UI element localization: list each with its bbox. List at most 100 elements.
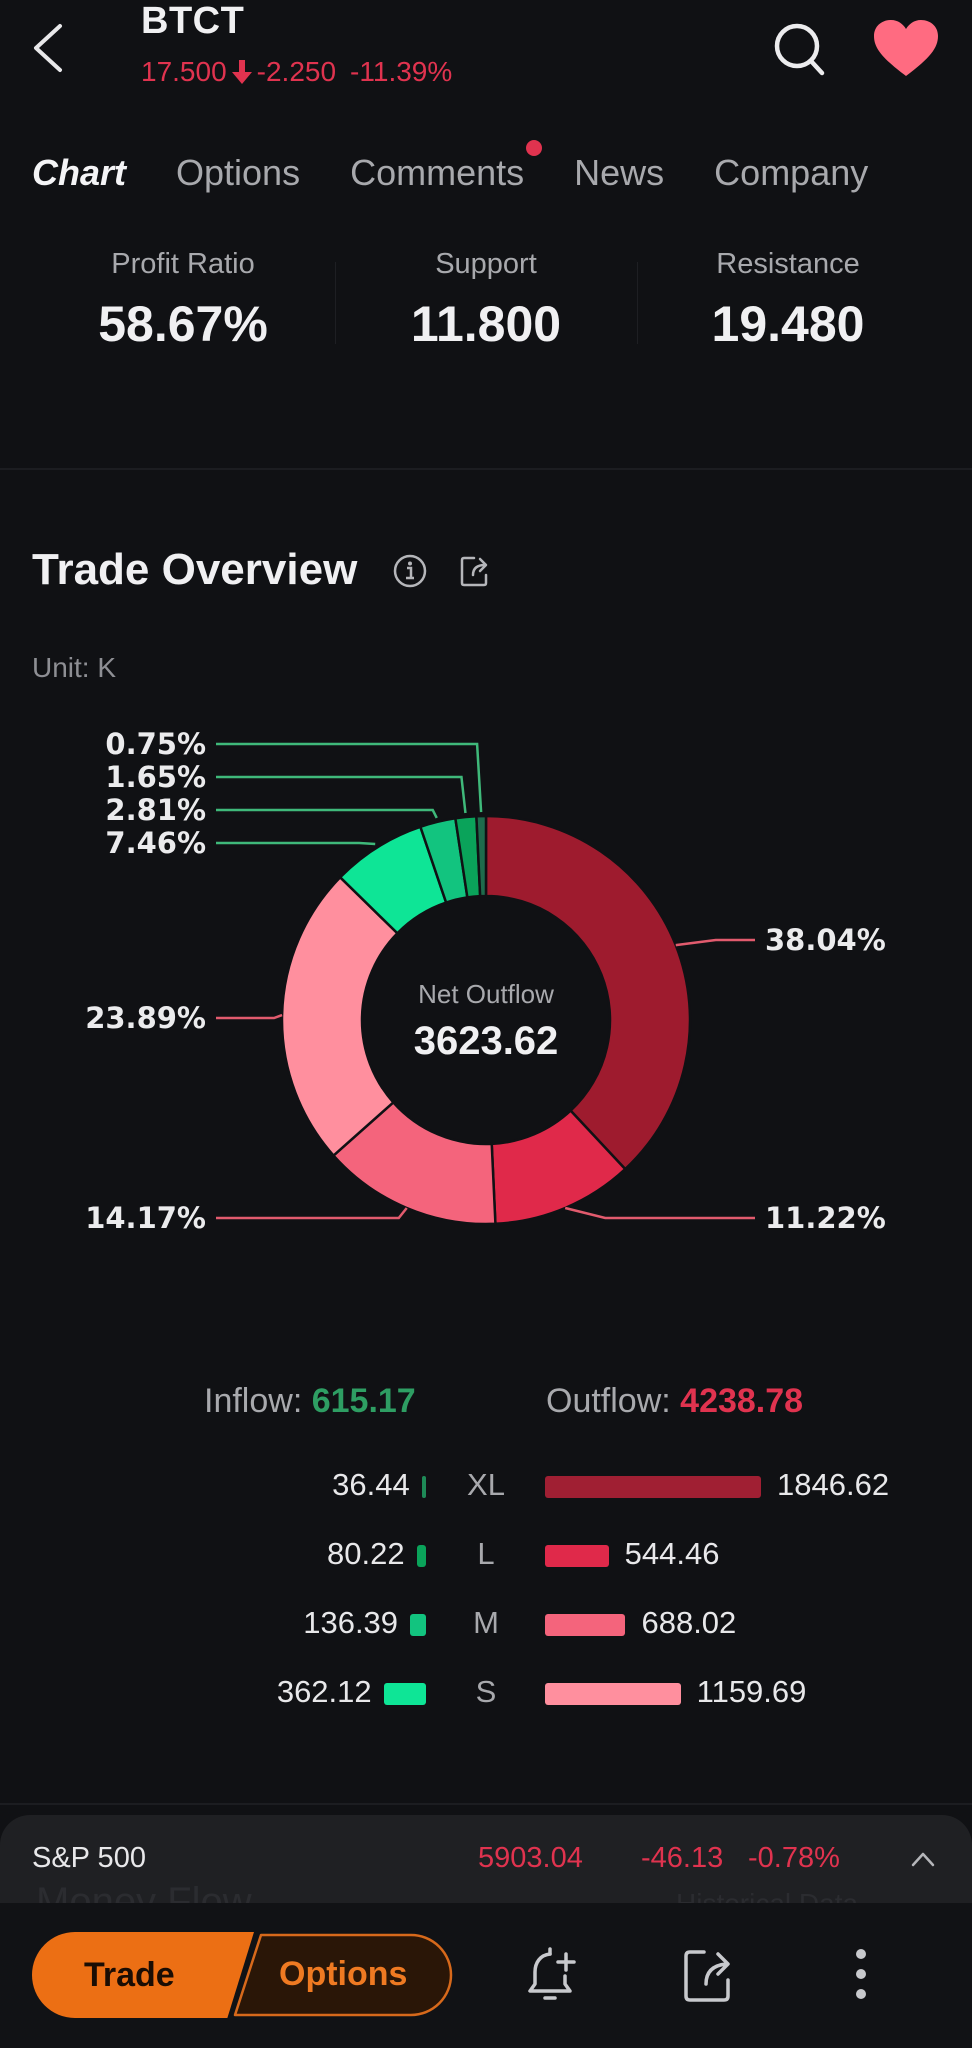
more-vertical-icon [856, 1949, 866, 1999]
inflow-value: 362.12 [276, 1674, 372, 1709]
inflow-value: 80.22 [327, 1536, 405, 1571]
share-icon [460, 556, 488, 587]
section-divider [0, 468, 972, 470]
tab-bar: Chart Options Comments News Company [29, 140, 918, 222]
tab-label: Comments [350, 152, 525, 193]
expand-button[interactable] [908, 1845, 938, 1875]
slice-label: 0.75% [105, 727, 206, 761]
tab-company[interactable]: Company [714, 152, 868, 212]
outflow-bar [545, 1683, 681, 1705]
section-title: Trade Overview [32, 545, 358, 594]
quote-line: 17.500 -2.250 -11.39% [141, 56, 452, 88]
trade-button[interactable]: Trade [32, 1932, 254, 2018]
leader-line [216, 1013, 283, 1020]
stat-profit-ratio: Profit Ratio 58.67% [33, 248, 333, 353]
chevron-left-icon [34, 24, 62, 72]
index-change-pct: -0.78% [748, 1842, 840, 1874]
flow-row-m: 136.39 M 688.02 [0, 1601, 972, 1651]
order-size-label: S [475, 1674, 497, 1709]
slice-label: 38.04% [765, 923, 886, 957]
index-price: 5903.04 [478, 1842, 583, 1874]
flow-row-xl: 36.44 XL 1846.62 [0, 1463, 972, 1513]
tab-label: Chart [32, 152, 127, 193]
slice-label: 7.46% [105, 826, 206, 860]
outflow-value: 1159.69 [696, 1674, 807, 1709]
inflow-bar [416, 1545, 426, 1567]
heart-icon [874, 20, 938, 76]
tab-chart[interactable]: Chart [29, 152, 127, 222]
divider [0, 1803, 972, 1805]
leader-line [216, 808, 438, 819]
back-button[interactable] [26, 18, 76, 78]
inflow-bar [383, 1683, 426, 1705]
share-button[interactable] [458, 553, 494, 589]
outflow-bar [545, 1614, 626, 1636]
index-name: S&P 500 [32, 1842, 146, 1874]
inflow-total: Inflow: 615.17 [204, 1382, 416, 1421]
more-button[interactable] [846, 1944, 876, 2004]
arrow-down-icon [231, 60, 252, 84]
inflow-value: 36.44 [332, 1467, 410, 1502]
outflow-total: Outflow: 4238.78 [546, 1382, 803, 1421]
stat-label: Profit Ratio [111, 248, 255, 280]
trade-overview-donut-chart: 38.04% 11.22% 14.17% 23.89% 7.46%2.81%1.65%0… [85, 727, 886, 1235]
last-price: 17.500 [141, 56, 227, 87]
search-button[interactable] [770, 18, 830, 82]
price-change-pct: -11.39% [350, 56, 453, 87]
leader-line [216, 775, 467, 814]
unit-label: Unit: K [32, 652, 117, 683]
inflow-bar [410, 1614, 426, 1636]
inflow-value: 615.17 [311, 1382, 416, 1420]
order-size-label: L [477, 1536, 495, 1571]
share-stock-button[interactable] [682, 1946, 736, 2004]
tab-news[interactable]: News [574, 152, 664, 212]
slice-label: 1.65% [105, 760, 206, 794]
options-button[interactable]: Options [233, 1933, 453, 2017]
slice-label: 11.22% [765, 1201, 886, 1235]
trade-button-label: Trade [84, 1955, 175, 1994]
inflow-value: 136.39 [303, 1605, 399, 1640]
favorite-button[interactable] [872, 18, 940, 82]
info-icon [393, 554, 427, 588]
donut-center-value: 3623.62 [414, 1019, 559, 1063]
leader-line [216, 1207, 408, 1220]
tab-label: News [574, 152, 665, 193]
outflow-value: 4238.78 [680, 1382, 804, 1420]
outflow-label: Outflow: [546, 1382, 671, 1420]
index-change: -46.13 [641, 1842, 724, 1874]
leader-line [216, 841, 376, 846]
order-size-label: M [473, 1605, 499, 1640]
outflow-bar [545, 1476, 761, 1498]
inflow-bar [421, 1476, 426, 1498]
leader-line [564, 1206, 755, 1220]
stat-label: Support [435, 248, 537, 280]
search-icon [774, 23, 825, 76]
donut-slice-outflow-s[interactable] [280, 875, 400, 1158]
outflow-bar [545, 1545, 609, 1567]
outflow-value: 688.02 [641, 1605, 737, 1640]
slice-label: 23.89% [85, 1001, 206, 1035]
order-size-label: XL [467, 1467, 505, 1502]
flow-row-l: 80.22 L 544.46 [0, 1532, 972, 1582]
leader-line [675, 938, 755, 947]
tab-comments[interactable]: Comments [350, 140, 543, 212]
stat-label: Resistance [716, 248, 860, 280]
chevron-up-icon [911, 1852, 935, 1867]
bell-plus-icon [528, 1947, 576, 2000]
inflow-label: Inflow: [204, 1382, 303, 1420]
tabs-overflow-fade [900, 150, 972, 220]
add-alert-button[interactable] [524, 1946, 580, 2004]
share-icon [684, 1950, 730, 2002]
info-button[interactable] [392, 553, 428, 589]
stat-value: 19.480 [711, 296, 865, 352]
stat-value: 11.800 [410, 296, 562, 352]
outflow-value: 544.46 [624, 1536, 720, 1571]
stat-support: Support 11.800 [336, 248, 636, 353]
stat-resistance: Resistance 19.480 [638, 248, 938, 353]
price-change: -2.250 [256, 56, 337, 87]
flow-row-s: 362.12 S 1159.69 [0, 1670, 972, 1720]
options-button-label: Options [279, 1955, 408, 1993]
tab-label: Options [176, 152, 301, 193]
tab-options[interactable]: Options [176, 152, 300, 212]
notification-dot [526, 140, 543, 156]
